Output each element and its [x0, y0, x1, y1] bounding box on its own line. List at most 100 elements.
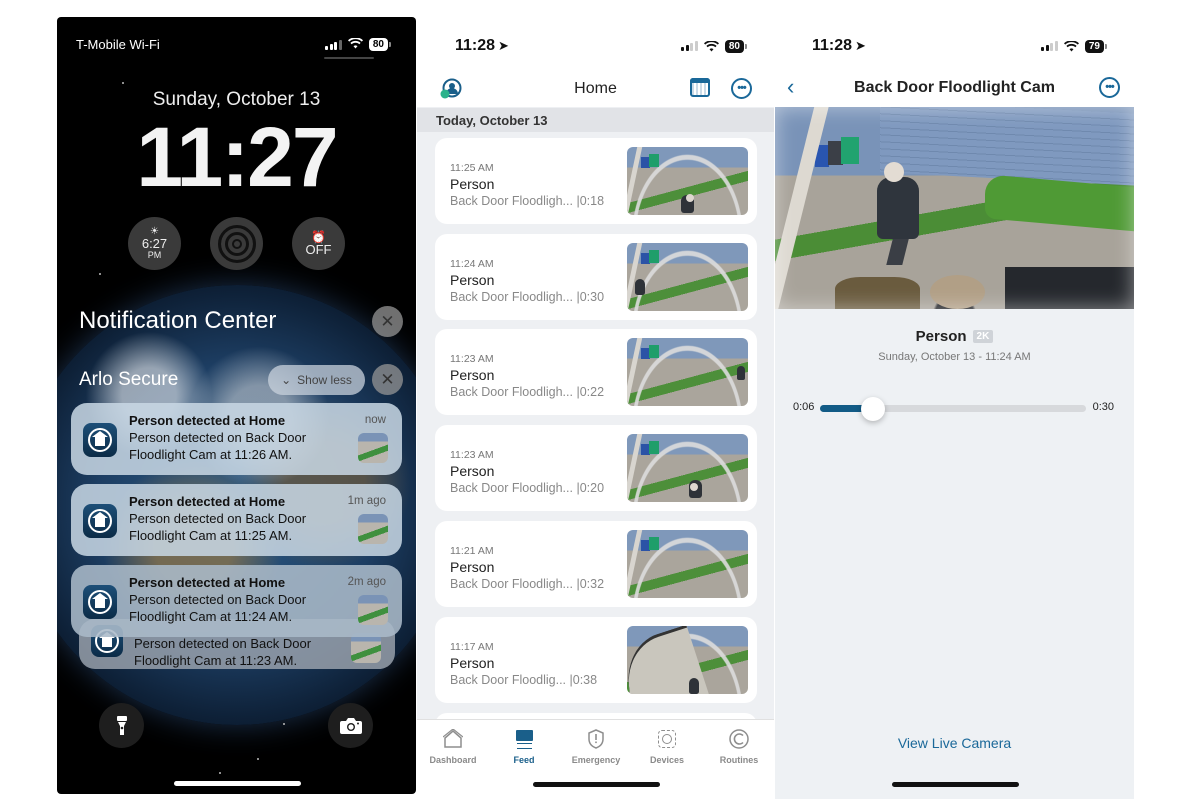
- notification-thumbnail: [351, 633, 381, 663]
- event-card[interactable]: 11:25 AM Person Back Door Floodligh... |…: [435, 138, 757, 224]
- event-time: 11:17 AM: [450, 641, 494, 653]
- tab-label: Routines: [719, 755, 759, 765]
- feed-panel: 11:28 ➤ 80 Home ••• Today, October 13 11:…: [417, 17, 774, 799]
- notification-body: Person detected on Back Door Floodlight …: [129, 430, 307, 462]
- star: [219, 772, 221, 774]
- sunset-widget[interactable]: ☀ 6:27 PM: [128, 217, 181, 270]
- quality-badge: 2K: [972, 330, 994, 343]
- playback-scrubber[interactable]: 0:06 0:30: [793, 397, 1114, 421]
- feed-icon: [515, 730, 533, 749]
- wifi-icon: [703, 40, 719, 51]
- tab-emergency[interactable]: Emergency: [560, 728, 632, 765]
- event-detail: Back Door Floodligh... |0:20: [450, 481, 605, 495]
- camera-button[interactable]: [328, 703, 373, 748]
- house-icon: [443, 729, 463, 748]
- carrier-label: T-Mobile Wi-Fi: [76, 37, 160, 52]
- notification-body: Person detected on Back Door Floodlight …: [134, 636, 312, 668]
- more-options-icon[interactable]: •••: [1099, 77, 1120, 98]
- alarm-state: OFF: [305, 241, 332, 257]
- location-arrow-icon: ➤: [855, 38, 866, 53]
- event-detail: Back Door Floodligh... |0:32: [450, 577, 605, 591]
- event-detail: Back Door Floodligh... |0:22: [450, 385, 605, 399]
- control-center-indicator: [324, 57, 374, 59]
- battery-indicator: 79: [1084, 39, 1108, 53]
- event-type: Person: [450, 655, 495, 671]
- home-indicator[interactable]: [532, 782, 660, 787]
- event-type: Person: [450, 559, 495, 575]
- location-arrow-icon: ➤: [498, 38, 509, 53]
- arlo-app-icon: [83, 504, 117, 538]
- video-player[interactable]: [775, 107, 1134, 309]
- notification-thumbnail: [358, 514, 388, 544]
- notification-card[interactable]: Person detected at Home Person detected …: [71, 484, 402, 556]
- tab-feed[interactable]: Feed: [488, 728, 560, 765]
- status-bar: T-Mobile Wi-Fi 80: [76, 37, 392, 52]
- close-icon: ✕: [380, 311, 395, 331]
- tab-devices[interactable]: Devices: [631, 728, 703, 765]
- tab-dashboard[interactable]: Dashboard: [417, 728, 489, 765]
- view-live-camera-button[interactable]: View Live Camera: [775, 735, 1134, 751]
- notification-thumbnail: [358, 595, 388, 625]
- alarm-widget[interactable]: ⏰ OFF: [292, 217, 345, 270]
- show-less-button[interactable]: ⌄ Show less: [268, 365, 365, 395]
- event-thumbnail: [627, 434, 748, 502]
- scrubber-handle[interactable]: [861, 397, 886, 421]
- cellular-signal-icon: [1041, 41, 1058, 51]
- event-card[interactable]: 11:23 AM Person Back Door Floodligh... |…: [435, 425, 757, 511]
- event-card[interactable]: 11:17 AM Person Back Door Floodlig... |0…: [435, 617, 757, 703]
- event-card[interactable]: 11:24 AM Person Back Door Floodligh... |…: [435, 234, 757, 320]
- event-thumbnail: [627, 338, 748, 406]
- status-time: 11:28: [455, 37, 496, 54]
- event-thumbnail: [627, 530, 748, 598]
- lock-screen-panel: T-Mobile Wi-Fi 80 Sunday, October 13 11:…: [57, 17, 416, 794]
- focus-widget[interactable]: [210, 217, 263, 270]
- routines-icon: [729, 729, 749, 749]
- camera-icon: [339, 717, 362, 734]
- calendar-icon[interactable]: [690, 78, 710, 97]
- more-options-icon[interactable]: •••: [731, 78, 752, 99]
- alarm-clock-icon: ⏰: [311, 229, 326, 244]
- home-indicator[interactable]: [173, 781, 301, 786]
- flashlight-button[interactable]: [99, 703, 144, 748]
- arlo-app-icon: [83, 423, 117, 457]
- flashlight-icon: [116, 715, 127, 735]
- notification-time: 2m ago: [347, 576, 386, 588]
- tab-routines[interactable]: Routines: [703, 728, 774, 765]
- clear-group-button[interactable]: ✕: [372, 364, 403, 395]
- notification-card[interactable]: Person detected at Home Person detected …: [71, 403, 402, 475]
- focus-rings-icon: [217, 224, 256, 263]
- tab-bar: Dashboard Feed Emergency Devices Routine…: [417, 719, 774, 799]
- notification-title: Person detected at Home: [129, 575, 286, 590]
- page-title: Home: [574, 80, 617, 97]
- notification-card[interactable]: Person detected at Home Person detected …: [71, 565, 402, 637]
- event-card[interactable]: 11:21 AM Person Back Door Floodligh... |…: [435, 521, 757, 607]
- star: [99, 273, 101, 275]
- event-type: Person: [450, 367, 495, 383]
- shield-alert-icon: [588, 729, 604, 749]
- battery-indicator: 80: [724, 39, 748, 53]
- wifi-icon: [347, 37, 363, 52]
- status-time: 11:28: [812, 37, 853, 54]
- event-detail: Back Door Floodligh... |0:18: [450, 194, 605, 208]
- clear-all-button[interactable]: ✕: [372, 306, 403, 337]
- status-bar: 11:28 ➤ 79: [775, 17, 1134, 75]
- home-indicator[interactable]: [891, 782, 1019, 787]
- notification-body: Person detected on Back Door Floodlight …: [129, 592, 307, 624]
- event-type: Person: [915, 328, 967, 345]
- notification-title: Person detected at Home: [129, 413, 286, 428]
- event-card[interactable]: 11:23 AM Person Back Door Floodligh... |…: [435, 329, 757, 415]
- event-thumbnail: [627, 147, 748, 215]
- event-time: 11:25 AM: [450, 162, 494, 174]
- notification-group-title: Arlo Secure: [79, 369, 179, 390]
- scrubber-track[interactable]: [820, 397, 1086, 421]
- tab-label: Emergency: [571, 755, 621, 765]
- event-time: 11:21 AM: [450, 545, 494, 557]
- event-detail: Back Door Floodligh... |0:30: [450, 290, 605, 304]
- event-title: Person 2K: [775, 328, 1134, 345]
- event-type: Person: [450, 272, 495, 288]
- tab-label: Dashboard: [429, 755, 477, 765]
- notification-center-title: Notification Center: [79, 307, 277, 334]
- sunset-period: PM: [147, 250, 162, 261]
- lock-date: Sunday, October 13: [152, 89, 321, 110]
- event-type: Person: [450, 176, 495, 192]
